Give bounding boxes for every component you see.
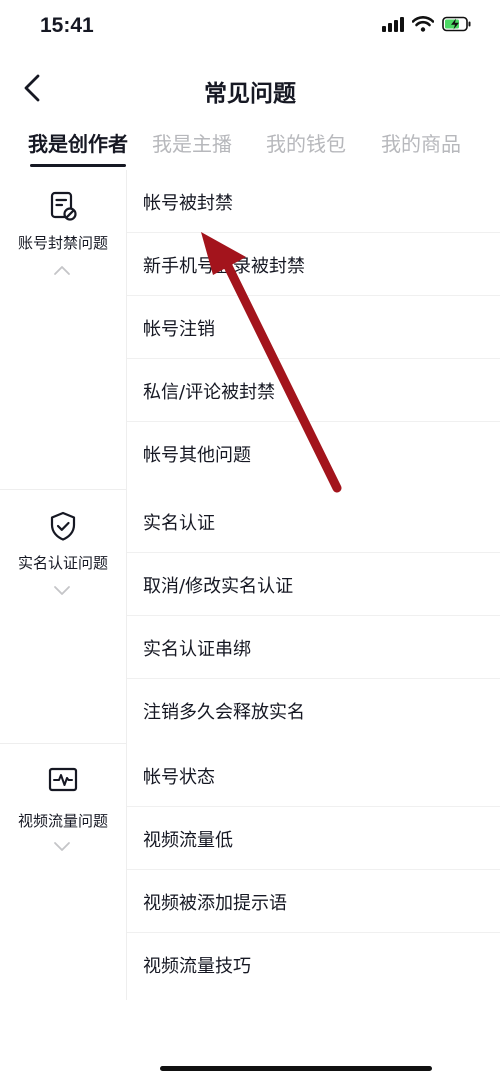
document-ban-icon (50, 191, 77, 221)
faq-item[interactable]: 帐号注销 (127, 296, 500, 359)
faq-item[interactable]: 帐号状态 (127, 744, 500, 807)
category-video-traffic[interactable]: 视频流量问题 (0, 744, 127, 1000)
chevron-down-icon[interactable] (52, 840, 72, 852)
faq-section-video-traffic: 视频流量问题 帐号状态 视频流量低 视频被添加提示语 视频流量技巧 (0, 744, 500, 1000)
category-account-ban[interactable]: 账号封禁问题 (0, 170, 127, 490)
pulse-monitor-icon (48, 767, 78, 792)
battery-charging-icon (442, 16, 471, 32)
faq-section-real-name: 实名认证问题 实名认证 取消/修改实名认证 实名认证串绑 注销多久会释放实名 (0, 490, 500, 744)
tab-streamer[interactable]: 我是主播 (152, 128, 232, 157)
faq-item[interactable]: 帐号被封禁 (127, 170, 500, 233)
chevron-up-icon[interactable] (52, 264, 72, 276)
tab-wallet[interactable]: 我的钱包 (266, 128, 346, 157)
tab-products[interactable]: 我的商品 (381, 128, 461, 157)
status-time: 15:41 (40, 14, 94, 37)
tab-creator[interactable]: 我是创作者 (28, 128, 128, 157)
wifi-icon (412, 16, 434, 32)
home-indicator (160, 1066, 432, 1071)
category-label: 实名认证问题 (17, 554, 108, 572)
navigation-bar: 常见问题 (0, 56, 500, 124)
faq-item[interactable]: 私信/评论被封禁 (127, 359, 500, 422)
status-icons (382, 16, 472, 32)
page-title: 常见问题 (204, 81, 296, 107)
faq-item[interactable]: 取消/修改实名认证 (127, 553, 500, 616)
faq-item[interactable]: 视频流量技巧 (127, 933, 500, 997)
faq-item[interactable]: 注销多久会释放实名 (127, 679, 500, 741)
faq-item[interactable]: 实名认证 (127, 490, 500, 553)
faq-item[interactable]: 实名认证串绑 (127, 616, 500, 679)
faq-item[interactable]: 帐号其他问题 (127, 422, 500, 484)
category-label: 视频流量问题 (17, 812, 108, 830)
category-label: 账号封禁问题 (17, 234, 108, 252)
faq-section-account-ban: 账号封禁问题 帐号被封禁 新手机号登录被封禁 帐号注销 私信/评论被封禁 帐号其… (0, 170, 500, 490)
status-bar: 15:41 (0, 0, 500, 56)
faq-item[interactable]: 视频流量低 (127, 807, 500, 870)
faq-item[interactable]: 新手机号登录被封禁 (127, 233, 500, 296)
faq-item[interactable]: 视频被添加提示语 (127, 870, 500, 933)
chevron-down-icon[interactable] (52, 584, 72, 596)
tab-bar: 我是创作者 我是主播 我的钱包 我的商品 (0, 124, 500, 170)
cellular-signal-icon (382, 16, 404, 32)
active-tab-indicator (30, 164, 126, 167)
category-real-name[interactable]: 实名认证问题 (0, 490, 127, 744)
shield-check-icon (50, 511, 76, 541)
